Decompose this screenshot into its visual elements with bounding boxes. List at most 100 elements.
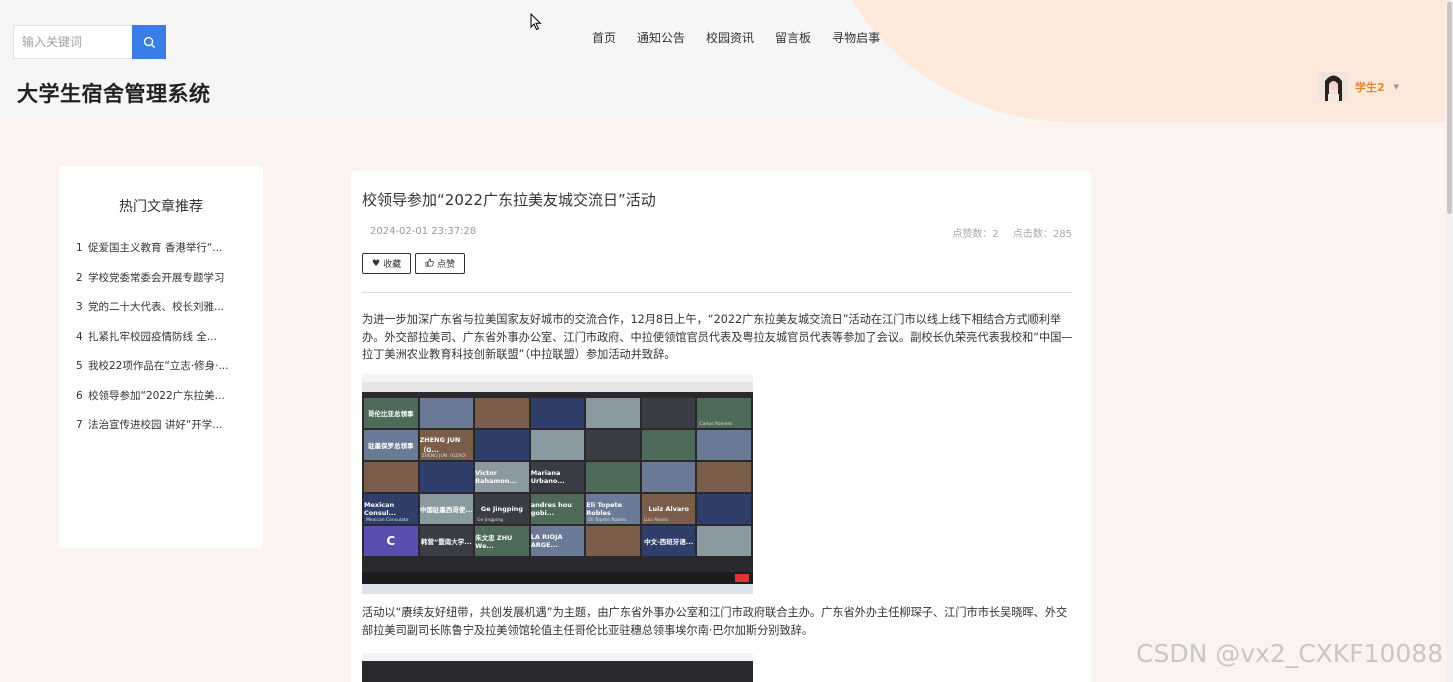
list-item[interactable]: 5 我校22项作品在“立志·修身·... bbox=[76, 358, 251, 388]
list-item[interactable]: 7 法治宣传进校园 讲好“开学... bbox=[76, 417, 251, 447]
nav-item-campus-news[interactable]: 校园资讯 bbox=[706, 29, 754, 46]
list-item-number: 2 bbox=[76, 271, 83, 284]
video-tile bbox=[586, 526, 640, 556]
list-item-title[interactable]: 我校22项作品在“立志·修身·... bbox=[88, 360, 229, 372]
video-tile-name: 哥伦比亚总领事 bbox=[368, 410, 414, 418]
image-window-titlebar bbox=[362, 374, 753, 382]
video-tile-caption: Mexican Consulate bbox=[366, 518, 409, 523]
hot-articles-title: 热门文章推荐 bbox=[119, 199, 203, 215]
video-tile bbox=[697, 462, 751, 492]
video-tile: 朱文忠 ZHU We... bbox=[475, 526, 529, 556]
divider bbox=[362, 292, 1072, 293]
video-tile bbox=[419, 398, 474, 428]
article-paragraph: 活动以“赓续友好纽带，共创发展机遇”为主题，由广东省外事办公室和江门市政府联合主… bbox=[362, 606, 1068, 637]
article-card: 校领导参加“2022广东拉美友城交流日”活动 2024-02-01 23:37:… bbox=[351, 171, 1091, 682]
search-input[interactable] bbox=[13, 25, 132, 59]
video-tile-name: Mexican Consul... bbox=[364, 501, 396, 517]
thumbs-up-icon bbox=[425, 258, 434, 270]
page-scrollbar[interactable] bbox=[1446, 0, 1453, 682]
video-tile bbox=[586, 430, 640, 460]
list-item[interactable]: 2 学校党委常委会开展专题学习 bbox=[76, 270, 251, 300]
list-item-number: 7 bbox=[76, 419, 83, 431]
avatar-image bbox=[1319, 72, 1348, 101]
article-actions: ♥ 收藏 点赞 bbox=[362, 253, 466, 274]
username[interactable]: 学生2 bbox=[1355, 79, 1385, 95]
video-tile-name: Eli Topete Robles bbox=[586, 501, 623, 517]
nav-item-home[interactable]: 首页 bbox=[592, 29, 616, 46]
favorite-button[interactable]: ♥ 收藏 bbox=[362, 253, 412, 274]
like-label: 点赞 bbox=[437, 260, 456, 270]
article-paragraph: 为进一步加深广东省与拉美国家友好城市的交流合作，12月8日上午，“2022广东拉… bbox=[362, 313, 1073, 361]
list-item-title[interactable]: 校领导参加“2022广东拉美... bbox=[88, 390, 225, 402]
video-tile bbox=[641, 398, 696, 428]
nav-item-lost-found[interactable]: 寻物启事 bbox=[832, 29, 880, 46]
list-item-title[interactable]: 法治宣传进校园 讲好“开学... bbox=[88, 419, 222, 431]
video-tile bbox=[641, 462, 696, 492]
video-tile-name: 驻墨保罗总领事 bbox=[368, 442, 414, 450]
nav-item-message-board[interactable]: 留言板 bbox=[775, 29, 811, 46]
article-stats: 点赞数：2 点击数：285 bbox=[941, 225, 1072, 240]
video-tile bbox=[530, 398, 585, 428]
list-item-title[interactable]: 党的二十大代表、校长刘雅... bbox=[88, 301, 224, 313]
video-tile-grid: 哥伦比亚总领事 Carlos Romero 驻墨保罗总领事 ZHENG JUN（G..… bbox=[362, 396, 753, 558]
list-item[interactable]: 1 促爱国主义教育 香港举行“... bbox=[76, 240, 251, 270]
video-tile: Mariana Urbano... bbox=[530, 462, 585, 492]
video-tile-name: C bbox=[386, 534, 396, 548]
video-tile: Mexican Consul... Mexican Consulate bbox=[364, 494, 418, 524]
video-tile-name: 中文-西班牙语... bbox=[644, 538, 694, 546]
video-tile-name: Ge Jingping bbox=[480, 505, 523, 513]
article-image-video-conference-2 bbox=[362, 653, 753, 682]
mouse-cursor-icon bbox=[530, 13, 542, 31]
video-tile bbox=[530, 430, 585, 460]
list-item-title[interactable]: 扎紧扎牢校园疫情防线 全... bbox=[88, 331, 217, 343]
video-tile: 驻墨保罗总领事 bbox=[364, 430, 418, 460]
hot-articles-panel: 热门文章推荐 1 促爱国主义教育 香港举行“... 2 学校党委常委会开展专题学习 … bbox=[59, 166, 263, 548]
video-tile bbox=[697, 526, 751, 556]
list-item[interactable]: 3 党的二十大代表、校长刘雅... bbox=[76, 299, 251, 329]
favorite-label: 收藏 bbox=[383, 260, 402, 270]
site-header: 大学生宿舍管理系统 首页 通知公告 校园资讯 留言板 寻物启事 学生2 ▼ bbox=[0, 0, 1453, 122]
scrollbar-thumb[interactable] bbox=[1447, 2, 1452, 214]
main-nav: 首页 通知公告 校园资讯 留言板 寻物启事 bbox=[592, 29, 901, 46]
video-tile: 中文-西班牙语... bbox=[641, 526, 696, 556]
like-count: 点赞数：2 bbox=[952, 229, 999, 240]
article-title: 校领导参加“2022广东拉美友城交流日”活动 bbox=[362, 191, 656, 209]
video-tile: 韩营“暨南大学... bbox=[419, 526, 474, 556]
watermark: CSDN @vx2_CXKF10088 bbox=[1136, 639, 1444, 668]
video-tile: Ge Jingping Ge Jingping bbox=[475, 494, 529, 524]
hot-articles-list: 1 促爱国主义教育 香港举行“... 2 学校党委常委会开展专题学习 3 党的二十大代… bbox=[76, 240, 251, 447]
video-tile-name: 韩营“暨南大学... bbox=[421, 538, 472, 546]
video-tile: 哥伦比亚总领事 bbox=[364, 398, 418, 428]
image-window-titlebar bbox=[362, 653, 753, 661]
heart-icon: ♥ bbox=[372, 258, 381, 269]
chevron-down-icon[interactable]: ▼ bbox=[1394, 83, 1399, 91]
video-tile-caption: Ge Jingping bbox=[477, 518, 503, 523]
article-image-video-conference: 哥伦比亚总领事 Carlos Romero 驻墨保罗总领事 ZHENG JUN（G..… bbox=[362, 374, 753, 594]
video-tile-caption: Luiz Alvaro bbox=[643, 518, 669, 523]
video-tile-caption: Carlos Romero bbox=[699, 422, 733, 427]
video-tile-name: 中国驻墨西哥使... bbox=[419, 506, 473, 514]
meeting-toolbar bbox=[362, 572, 753, 584]
end-meeting-button bbox=[735, 574, 749, 582]
like-button[interactable]: 点赞 bbox=[415, 253, 466, 274]
video-tile bbox=[419, 462, 474, 492]
video-tile bbox=[641, 430, 696, 460]
list-item[interactable]: 6 校领导参加“2022广东拉美... bbox=[76, 388, 251, 418]
video-tile: Luiz Alvaro Luiz Alvaro bbox=[641, 494, 696, 524]
search-icon bbox=[143, 36, 155, 48]
video-tile-name: LA RIOJA ARGE... bbox=[530, 533, 563, 549]
user-menu[interactable]: 学生2 ▼ bbox=[1319, 72, 1399, 101]
video-tile: C bbox=[364, 526, 418, 556]
click-count: 点击数：285 bbox=[1012, 229, 1072, 240]
avatar[interactable] bbox=[1319, 72, 1348, 101]
nav-item-notices[interactable]: 通知公告 bbox=[637, 29, 685, 46]
list-item-title[interactable]: 学校党委常委会开展专题学习 bbox=[88, 272, 225, 284]
video-tile bbox=[475, 398, 529, 428]
list-item-title[interactable]: 促爱国主义教育 香港举行“... bbox=[88, 242, 222, 254]
search-button[interactable] bbox=[132, 25, 166, 59]
video-tile bbox=[586, 462, 640, 492]
video-tile: 中国驻墨西哥使... bbox=[419, 494, 474, 524]
video-tile bbox=[697, 430, 751, 460]
list-item[interactable]: 4 扎紧扎牢校园疫情防线 全... bbox=[76, 329, 251, 359]
site-title: 大学生宿舍管理系统 bbox=[17, 82, 211, 106]
